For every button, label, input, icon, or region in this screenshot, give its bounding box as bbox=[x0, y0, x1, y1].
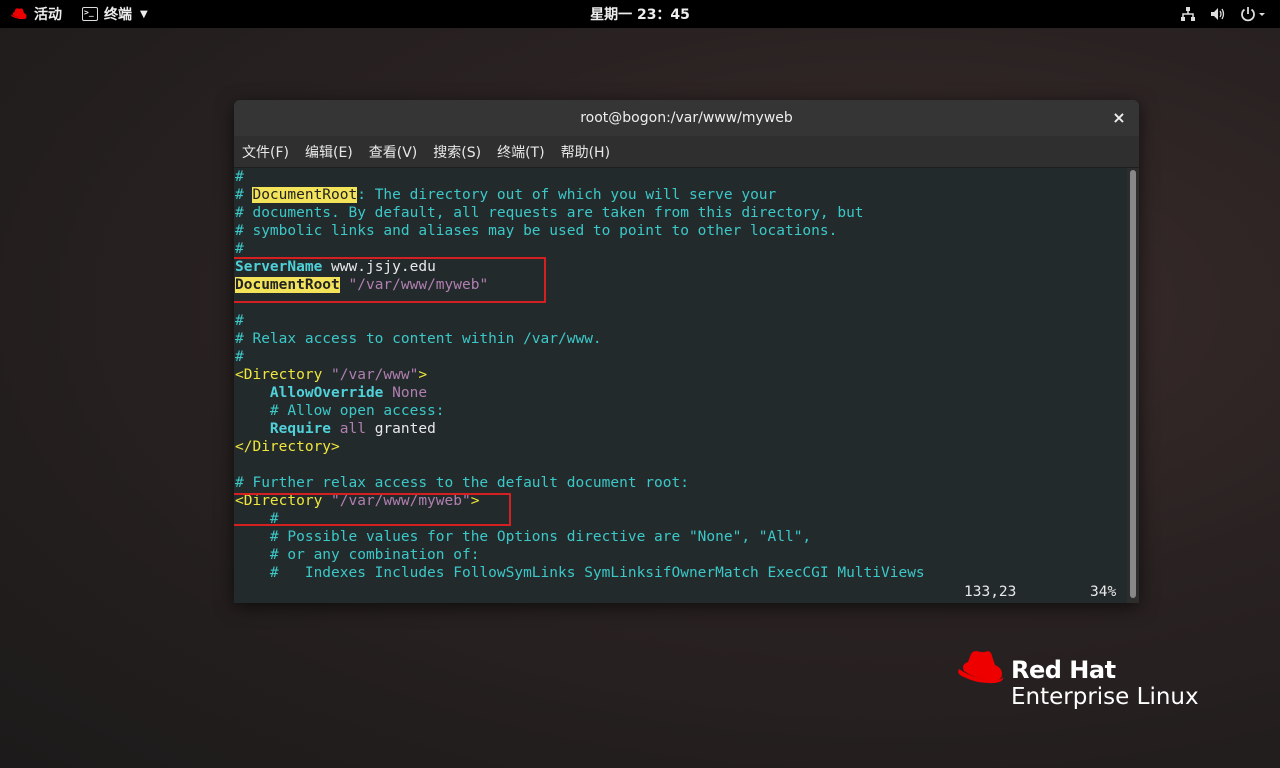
code-line: # bbox=[235, 313, 244, 329]
terminal-window: root@bogon:/var/www/myweb × 文件(F) 编辑(E) … bbox=[234, 100, 1139, 603]
code-line: </Directory> bbox=[235, 439, 340, 455]
clock-label[interactable]: 星期一 23：45 bbox=[590, 4, 690, 24]
top-bar: 活动 >_ 终端 ▼ 星期一 23：45 bbox=[0, 0, 1280, 28]
logo-brand: Red Hat bbox=[1011, 656, 1116, 684]
terminal-icon: >_ bbox=[82, 7, 98, 21]
window-title: root@bogon:/var/www/myweb bbox=[580, 110, 793, 126]
system-menu[interactable] bbox=[1180, 0, 1266, 28]
code-line: # Further relax access to the default do… bbox=[235, 475, 689, 491]
code-line: # documents. By default, all requests ar… bbox=[235, 205, 864, 221]
window-titlebar[interactable]: root@bogon:/var/www/myweb × bbox=[234, 100, 1139, 136]
code-line: # symbolic links and aliases may be used… bbox=[235, 223, 838, 239]
menu-file[interactable]: 文件(F) bbox=[242, 142, 289, 162]
close-button[interactable]: × bbox=[1109, 108, 1129, 128]
logo-product: Enterprise Linux bbox=[1011, 684, 1199, 710]
code-line: # bbox=[235, 349, 244, 365]
code-line: <Directory "/var/www"> bbox=[235, 367, 428, 383]
activities-button[interactable]: 活动 bbox=[10, 0, 62, 28]
terminal-content[interactable]: # # DocumentRoot: The directory out of w… bbox=[234, 168, 1127, 603]
redhat-logo: Red Hat Enterprise Linux bbox=[955, 650, 1205, 710]
annotation-box-servername bbox=[234, 257, 546, 303]
menu-view[interactable]: 查看(V) bbox=[369, 142, 418, 162]
code-line: # Relax access to content within /var/ww… bbox=[235, 331, 602, 347]
redhat-icon bbox=[11, 8, 27, 20]
code-line: Require all granted bbox=[269, 421, 436, 437]
code-line: # bbox=[235, 241, 244, 257]
activities-label: 活动 bbox=[34, 7, 62, 23]
volume-icon bbox=[1211, 8, 1225, 20]
code-line: # Indexes Includes FollowSymLinks SymLin… bbox=[235, 565, 925, 581]
code-line: # or any combination of: bbox=[235, 547, 480, 563]
terminal-app-label: 终端 bbox=[104, 7, 132, 23]
code-line: AllowOverride None bbox=[269, 385, 428, 401]
menu-bar: 文件(F) 编辑(E) 查看(V) 搜索(S) 终端(T) 帮助(H) bbox=[234, 136, 1139, 168]
terminal-app-menu[interactable]: >_ 终端 ▼ bbox=[82, 0, 148, 28]
scroll-percent: 34% bbox=[1090, 584, 1117, 600]
menu-edit[interactable]: 编辑(E) bbox=[305, 142, 353, 162]
annotation-box-directory bbox=[234, 493, 511, 526]
menu-help[interactable]: 帮助(H) bbox=[561, 142, 610, 162]
code-line: # DocumentRoot: The directory out of whi… bbox=[235, 187, 777, 203]
code-line: # Allow open access: bbox=[235, 403, 445, 419]
cursor-position: 133,23 bbox=[964, 584, 1017, 600]
code-line: # bbox=[235, 169, 244, 185]
menu-search[interactable]: 搜索(S) bbox=[433, 142, 481, 162]
network-icon bbox=[1181, 7, 1195, 21]
clock: 星期一 23：45 bbox=[0, 0, 1280, 28]
scrollbar[interactable] bbox=[1130, 170, 1136, 598]
redhat-logo-icon bbox=[958, 651, 1004, 684]
code-line: # Possible values for the Options direct… bbox=[235, 529, 812, 545]
caret-down-icon: ▼ bbox=[140, 8, 148, 20]
power-icon bbox=[1241, 7, 1265, 22]
menu-terminal[interactable]: 终端(T) bbox=[497, 142, 544, 162]
